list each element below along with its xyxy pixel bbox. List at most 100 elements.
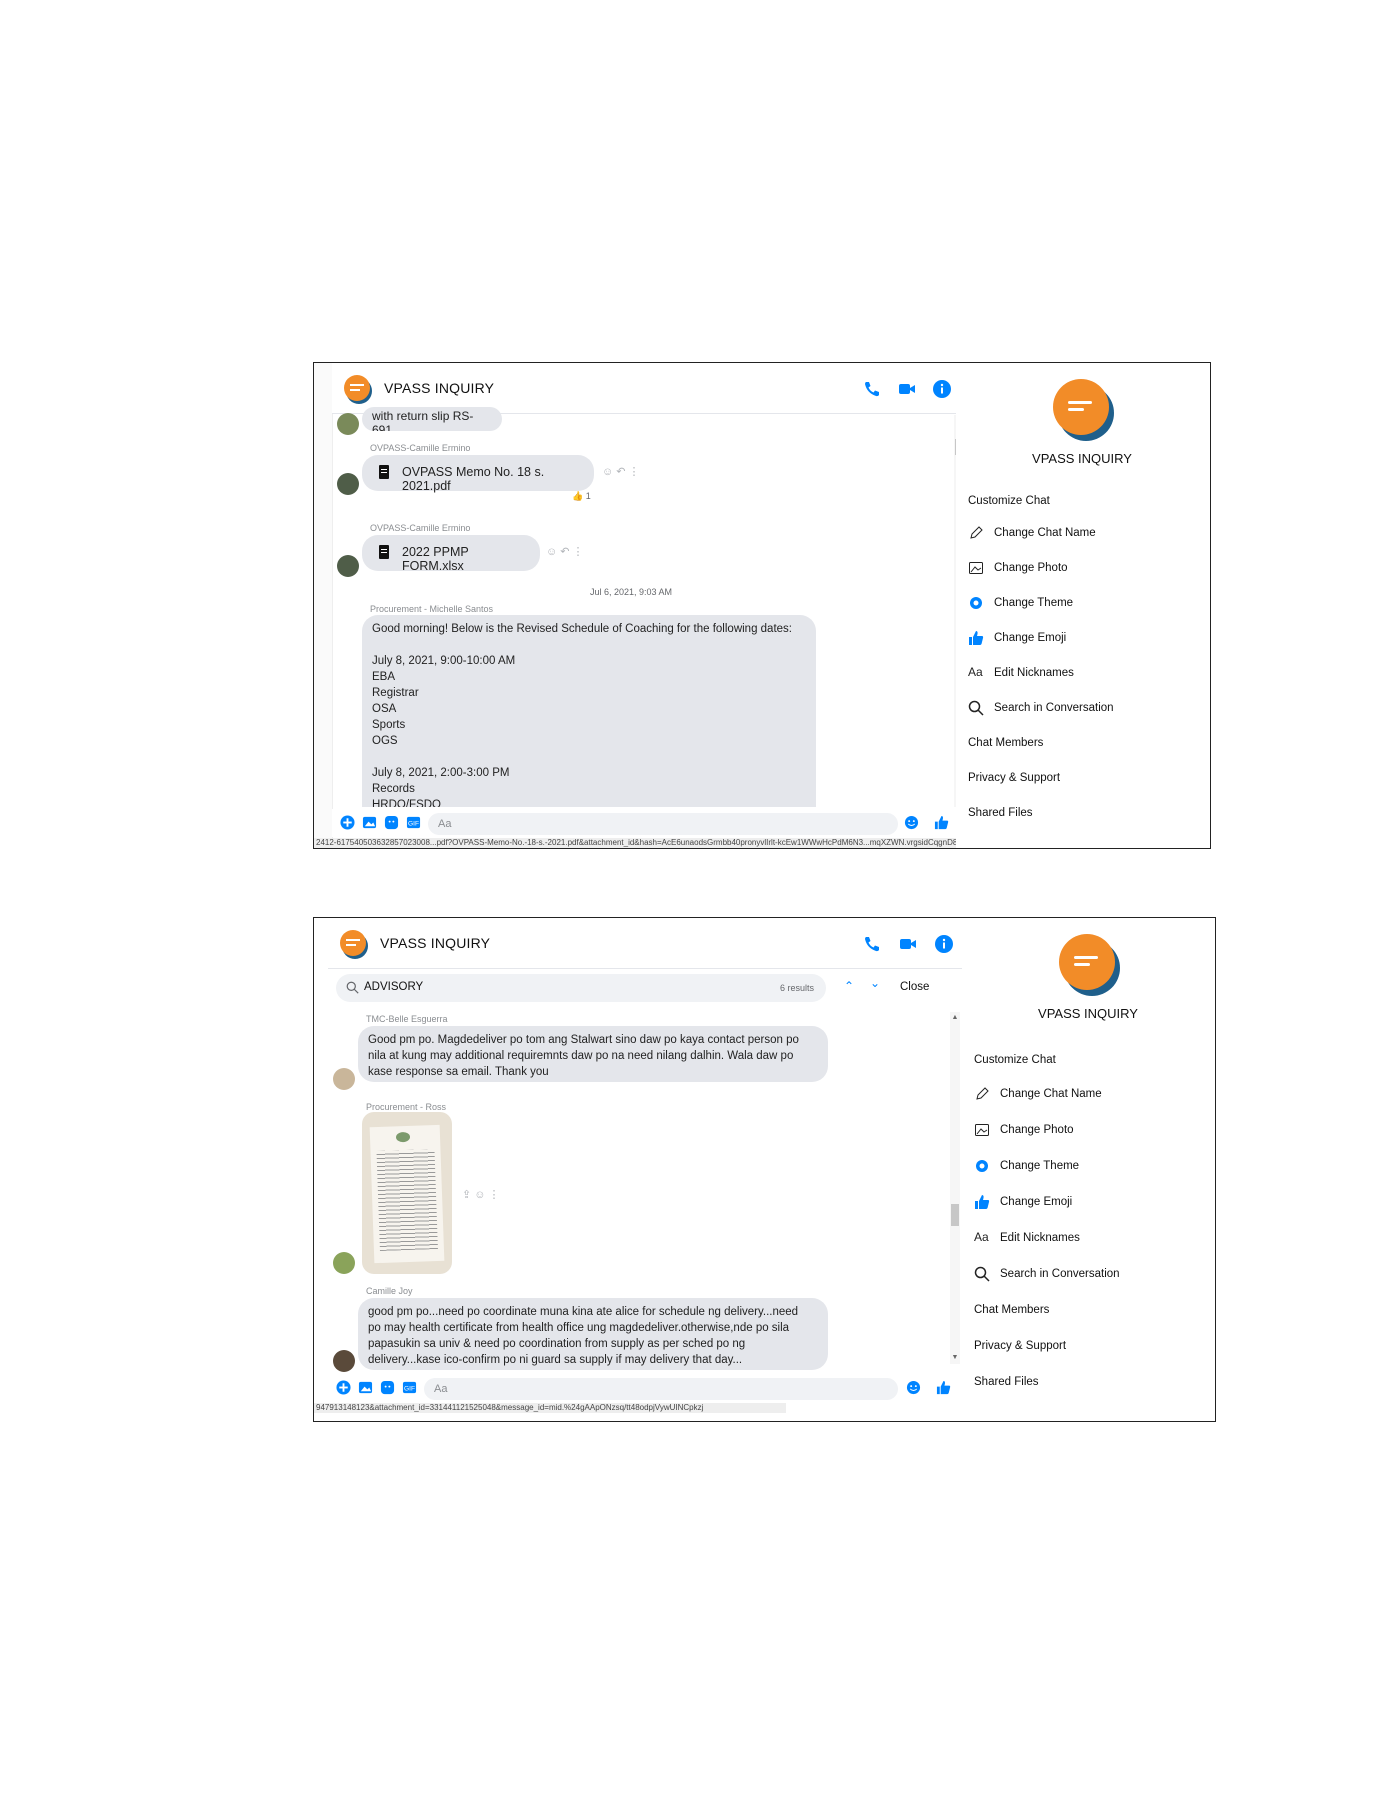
plus-icon[interactable] <box>336 1380 351 1395</box>
file-icon <box>379 545 389 559</box>
chat-title: VPASS INQUIRY <box>380 935 491 951</box>
composer: GIF Aa <box>332 809 968 837</box>
search-results-count: 6 results <box>779 983 814 993</box>
edit-nicknames-item[interactable]: Edit Nicknames <box>994 667 1074 679</box>
message-actions[interactable]: ⇪ ☺ ⋮ <box>462 1188 500 1201</box>
message-sender: OVPASS-Camille Ermino <box>370 523 471 533</box>
chat-scrollbar[interactable]: ▲ ▼ <box>950 1012 960 1364</box>
message-line: Sports <box>372 719 406 731</box>
emoji-icon[interactable] <box>904 815 919 830</box>
like-icon[interactable] <box>934 815 949 830</box>
document-page <box>369 1124 445 1264</box>
seal-icon <box>395 1131 411 1143</box>
change-theme-item[interactable]: Change Theme <box>994 597 1073 609</box>
customize-chat-header[interactable]: Customize Chat <box>974 1054 1056 1066</box>
plus-icon[interactable] <box>340 815 355 830</box>
emoji-icon[interactable] <box>906 1380 921 1395</box>
theme-dot-icon <box>970 597 982 609</box>
change-chat-name-item[interactable]: Change Chat Name <box>994 527 1096 539</box>
gif-icon[interactable]: GIF <box>402 1380 417 1395</box>
scroll-up-arrow[interactable]: ▲ <box>950 1014 960 1022</box>
message-input[interactable]: Aa <box>424 1378 898 1400</box>
phone-icon[interactable] <box>862 379 882 399</box>
phone-icon[interactable] <box>862 934 882 954</box>
message-line: Records <box>372 783 415 795</box>
change-photo-item[interactable]: Change Photo <box>994 562 1068 574</box>
scroll-thumb[interactable] <box>951 1204 959 1226</box>
search-close-button[interactable]: Close <box>900 981 929 993</box>
message-line: nila at kung may additional requiremnts … <box>368 1050 794 1062</box>
change-chat-name-item[interactable]: Change Chat Name <box>1000 1088 1102 1100</box>
message-line: July 8, 2021, 9:00-10:00 AM <box>372 655 516 667</box>
svg-text:GIF: GIF <box>408 820 419 827</box>
theme-dot-icon <box>976 1160 988 1172</box>
screenshot-2: VPASS INQUIRY ADVISORY 6 results ⌃ ⌄ Clo… <box>313 917 1216 1422</box>
privacy-support-item[interactable]: Privacy & Support <box>974 1340 1066 1352</box>
document-text-lines <box>376 1149 438 1251</box>
document-photo-image[interactable] <box>362 1112 452 1274</box>
message-sender: Procurement - Ross <box>366 1102 447 1112</box>
chat-info-panel: VPASS INQUIRY Customize Chat Change Chat… <box>956 363 1208 848</box>
chat-window: VPASS INQUIRY ADVISORY 6 results ⌃ ⌄ Clo… <box>328 918 964 1421</box>
left-edge <box>314 363 333 848</box>
aa-icon: Aa <box>974 1230 989 1244</box>
search-in-conversation-item[interactable]: Search in Conversation <box>994 702 1114 714</box>
avatar <box>333 1068 355 1090</box>
change-photo-item[interactable]: Change Photo <box>1000 1124 1074 1136</box>
message-actions[interactable]: ☺ ↶ ⋮ <box>602 465 640 478</box>
svg-text:GIF: GIF <box>404 1385 415 1392</box>
partial-message-bubble: with return slip RS-691 <box>362 407 502 431</box>
info-icon[interactable] <box>934 934 954 954</box>
privacy-support-item[interactable]: Privacy & Support <box>968 772 1060 784</box>
video-call-icon[interactable] <box>898 934 918 954</box>
search-icon <box>968 700 984 716</box>
shared-files-item[interactable]: Shared Files <box>968 807 1033 819</box>
message-input[interactable]: Aa <box>428 813 898 835</box>
gallery-icon[interactable] <box>358 1380 373 1395</box>
chat-members-item[interactable]: Chat Members <box>974 1304 1049 1316</box>
message-bubble: good pm po...need po coordinate muna kin… <box>358 1298 828 1370</box>
edit-nicknames-item[interactable]: Edit Nicknames <box>1000 1232 1080 1244</box>
sticker-icon[interactable] <box>384 815 399 830</box>
change-emoji-item[interactable]: Change Emoji <box>994 632 1066 644</box>
chat-title: VPASS INQUIRY <box>384 380 495 396</box>
change-emoji-item[interactable]: Change Emoji <box>1000 1196 1072 1208</box>
chat-info-panel: VPASS INQUIRY Customize Chat Change Chat… <box>962 918 1214 1421</box>
pencil-icon <box>976 1087 989 1100</box>
file-name: 2022 PPMP FORM.xlsx <box>402 545 469 573</box>
customize-chat-header[interactable]: Customize Chat <box>968 495 1050 507</box>
search-query[interactable]: ADVISORY <box>364 981 423 993</box>
long-message-bubble: Good morning! Below is the Revised Sched… <box>362 615 816 807</box>
gallery-icon[interactable] <box>362 815 377 830</box>
conversation-search-bar[interactable]: ADVISORY 6 results <box>336 974 826 1002</box>
avatar <box>337 413 359 435</box>
chevron-down-icon[interactable]: ⌄ <box>870 976 880 990</box>
file-attachment-bubble[interactable]: OVPASS Memo No. 18 s. 2021.pdf <box>362 455 594 493</box>
video-call-icon[interactable] <box>897 379 917 399</box>
photo-icon <box>975 1124 989 1136</box>
change-theme-item[interactable]: Change Theme <box>1000 1160 1079 1172</box>
chat-members-item[interactable]: Chat Members <box>968 737 1043 749</box>
message-sender: TMC-Belle Esguerra <box>366 1014 448 1024</box>
gif-icon[interactable]: GIF <box>406 815 421 830</box>
search-in-conversation-item[interactable]: Search in Conversation <box>1000 1268 1120 1280</box>
scroll-down-arrow[interactable]: ▼ <box>950 1354 960 1362</box>
like-icon[interactable] <box>936 1380 951 1395</box>
search-icon <box>346 981 359 994</box>
info-icon[interactable] <box>932 379 952 399</box>
chat-logo-icon <box>344 375 372 404</box>
shared-files-item[interactable]: Shared Files <box>974 1376 1039 1388</box>
message-text: with return slip RS-691 <box>372 409 474 431</box>
file-attachment-bubble[interactable]: 2022 PPMP FORM.xlsx <box>362 535 540 573</box>
sticker-icon[interactable] <box>380 1380 395 1395</box>
pencil-icon <box>970 526 983 539</box>
message-actions[interactable]: ☺ ↶ ⋮ <box>546 545 584 558</box>
message-bubble: Good pm po. Magdedeliver po tom ang Stal… <box>358 1026 828 1082</box>
file-name: OVPASS Memo No. 18 s. 2021.pdf <box>402 465 545 493</box>
panel-chat-logo-icon <box>1059 934 1120 996</box>
chevron-up-icon[interactable]: ⌃ <box>844 979 854 993</box>
message-line: papasukin sa univ & need po coordination… <box>368 1338 746 1350</box>
timestamp: Jul 6, 2021, 9:03 AM <box>590 587 673 597</box>
reaction-badge[interactable]: 👍 1 <box>572 491 591 502</box>
thumbs-up-icon <box>975 1195 990 1209</box>
